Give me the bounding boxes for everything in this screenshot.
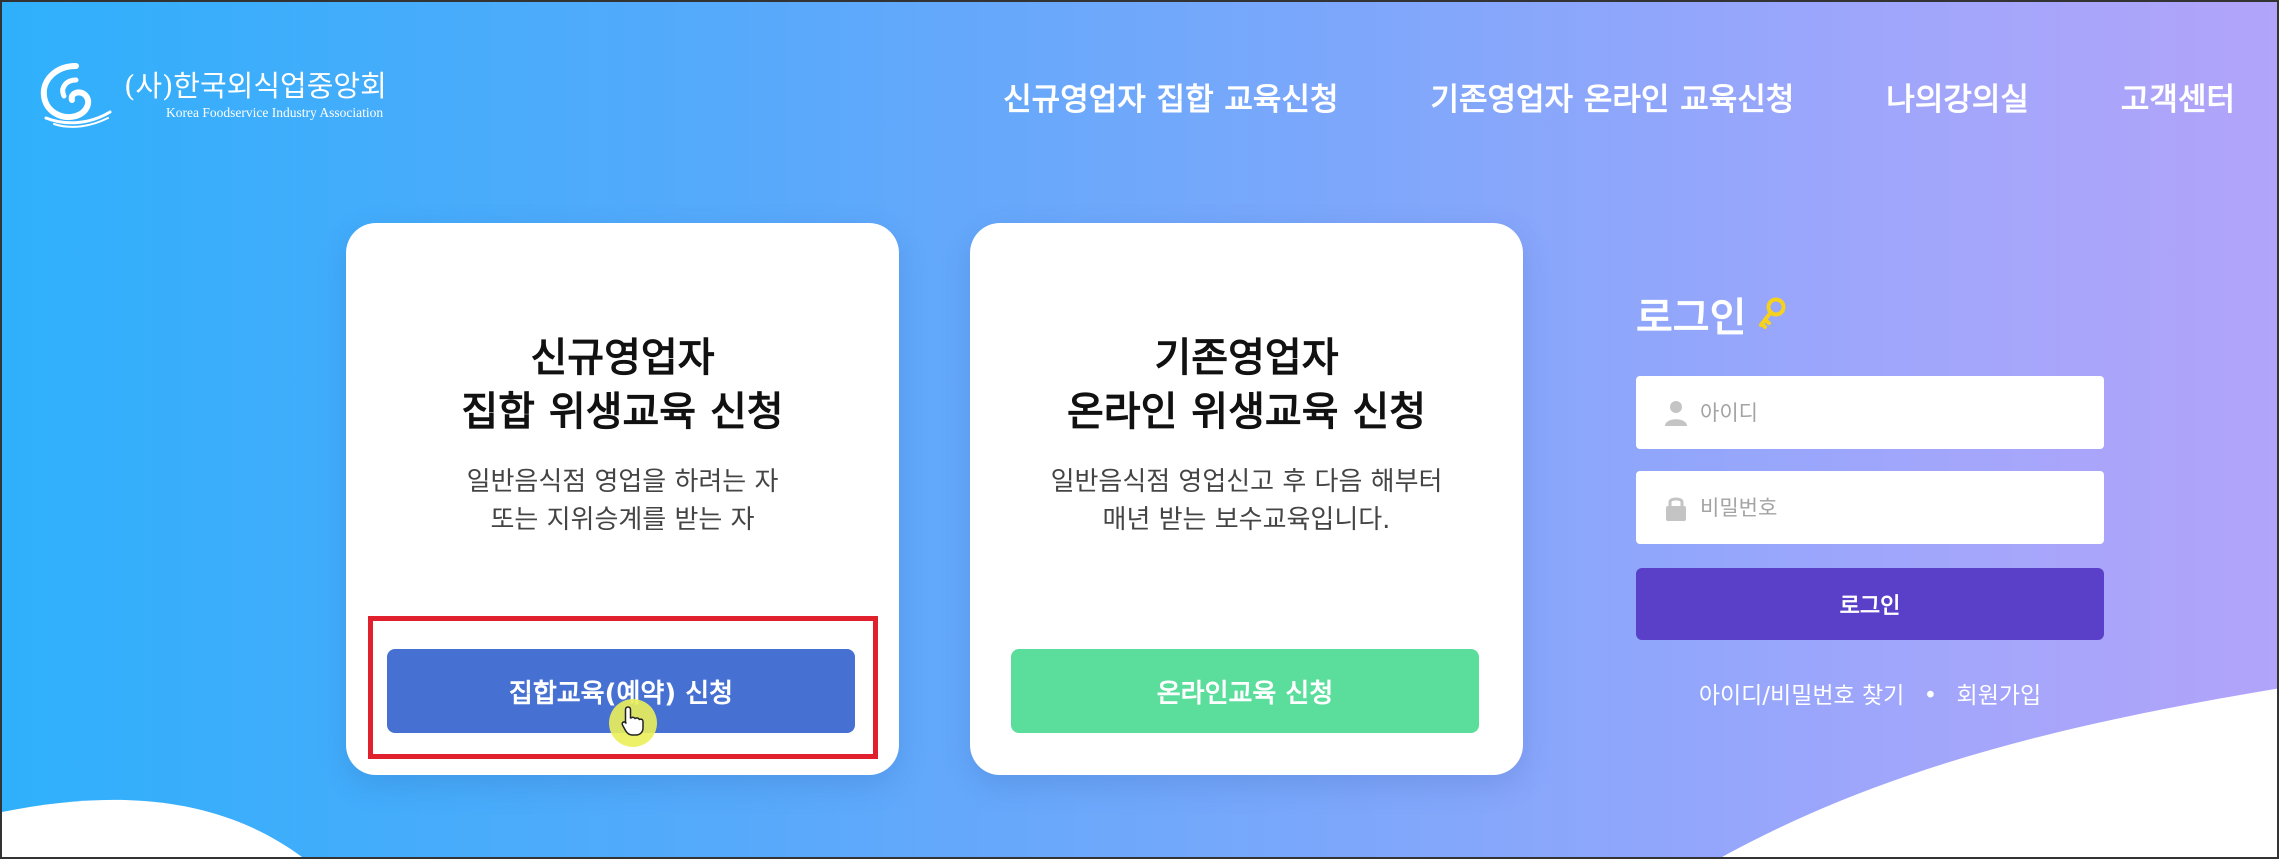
find-id-password-link[interactable]: 아이디/비밀번호 찾기 bbox=[1699, 683, 1905, 709]
logo-emblem-icon bbox=[40, 63, 112, 128]
user-id-field bbox=[1636, 376, 2104, 449]
card-new-business-education: 신규영업자 집합 위생교육 신청 일반음식점 영업을 하려는 자 또는 지위승계… bbox=[346, 223, 899, 775]
nav-my-classroom[interactable]: 나의강의실 bbox=[1886, 74, 2029, 119]
card-desc-line: 일반음식점 영업신고 후 다음 해부터 bbox=[1050, 467, 1443, 497]
signup-link[interactable]: 회원가입 bbox=[1957, 683, 2042, 709]
user-icon bbox=[1662, 399, 1690, 427]
card-desc-line: 또는 지위승계를 받는 자 bbox=[490, 505, 755, 535]
card-title: 신규영업자 집합 위생교육 신청 bbox=[346, 331, 899, 439]
login-title-text: 로그인 bbox=[1636, 295, 1747, 341]
login-links: 아이디/비밀번호 찾기 • 회원가입 bbox=[1636, 676, 2104, 710]
password-field bbox=[1636, 471, 2104, 544]
logo-name-en: Korea Foodservice Industry Association bbox=[166, 105, 384, 120]
nav-customer-center[interactable]: 고객센터 bbox=[2121, 74, 2235, 119]
nav-existing-business-online-education[interactable]: 기존영업자 온라인 교육신청 bbox=[1430, 74, 1794, 119]
nav-new-business-group-education[interactable]: 신규영업자 집합 교육신청 bbox=[1003, 74, 1338, 119]
hand-cursor-icon bbox=[621, 706, 644, 736]
card-description: 일반음식점 영업을 하려는 자 또는 지위승계를 받는 자 bbox=[346, 463, 899, 539]
user-id-input[interactable] bbox=[1700, 400, 2080, 425]
card-title-line: 신규영업자 bbox=[530, 335, 715, 381]
link-separator: • bbox=[1923, 683, 1938, 709]
card-desc-line: 매년 받는 보수교육입니다. bbox=[1102, 505, 1391, 535]
key-icon bbox=[1759, 297, 1786, 329]
card-desc-line: 일반음식점 영업을 하려는 자 bbox=[466, 467, 779, 497]
card-existing-business-education: 기존영업자 온라인 위생교육 신청 일반음식점 영업신고 후 다음 해부터 매년… bbox=[970, 223, 1523, 775]
password-input[interactable] bbox=[1700, 495, 2080, 520]
card-title: 기존영업자 온라인 위생교육 신청 bbox=[970, 331, 1523, 439]
online-education-button[interactable]: 온라인교육 신청 bbox=[1011, 649, 1479, 733]
main-nav: 신규영업자 집합 교육신청 기존영업자 온라인 교육신청 나의강의실 고객센터 bbox=[1003, 74, 2235, 119]
card-title-line: 기존영업자 bbox=[1154, 335, 1339, 381]
login-button[interactable]: 로그인 bbox=[1636, 568, 2104, 640]
card-title-line: 온라인 위생교육 신청 bbox=[1066, 389, 1427, 435]
card-description: 일반음식점 영업신고 후 다음 해부터 매년 받는 보수교육입니다. bbox=[970, 463, 1523, 539]
logo-name-ko: (사)한국외식업중앙회 bbox=[124, 69, 387, 103]
card-title-line: 집합 위생교육 신청 bbox=[461, 389, 784, 435]
site-logo[interactable]: (사)한국외식업중앙회 Korea Foodservice Industry A… bbox=[36, 60, 387, 130]
lock-icon bbox=[1662, 494, 1690, 522]
page-background: (사)한국외식업중앙회 Korea Foodservice Industry A… bbox=[0, 0, 2279, 859]
login-heading: 로그인 bbox=[1636, 285, 1786, 343]
